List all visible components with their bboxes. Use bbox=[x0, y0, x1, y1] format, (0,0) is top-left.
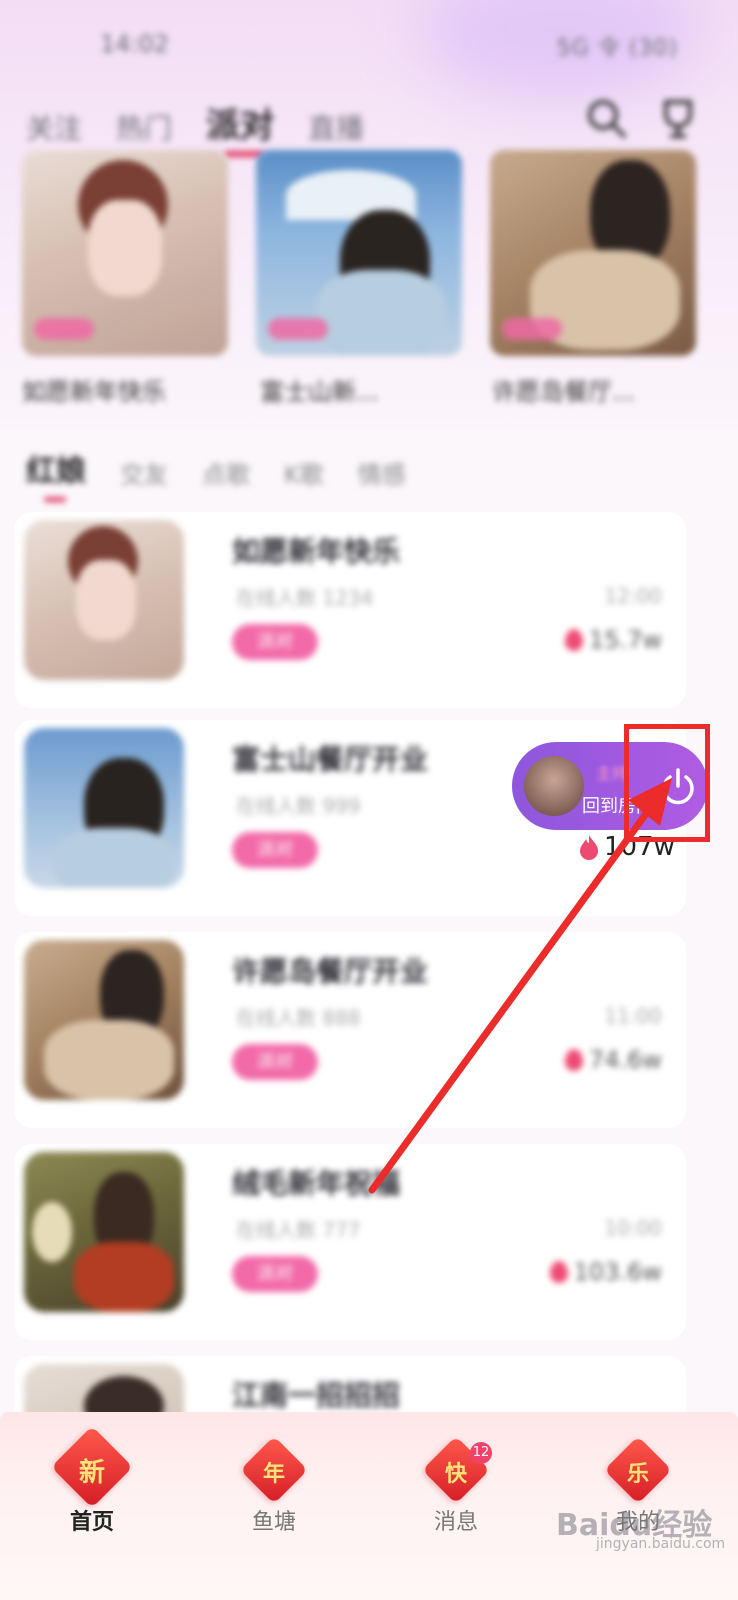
nav-fishpond[interactable]: 年 鱼塘 bbox=[204, 1412, 344, 1572]
room-thumbnail bbox=[24, 728, 184, 888]
room-heat: 103.6w bbox=[549, 1258, 662, 1286]
room-thumbnail bbox=[24, 940, 184, 1100]
avatar bbox=[524, 756, 584, 816]
room-title: 江南一招招招 bbox=[232, 1379, 401, 1412]
sec-tab-friends[interactable]: 交友 bbox=[120, 455, 168, 490]
trophy-icon[interactable] bbox=[656, 96, 700, 140]
sec-tab-emotion[interactable]: 情感 bbox=[358, 455, 406, 490]
hero-card-2[interactable] bbox=[256, 150, 462, 356]
room-item[interactable]: 许愿岛餐厅开业 在线人数 888 11:00 派对 74.6w bbox=[14, 932, 686, 1128]
room-title: 富士山餐厅开业 bbox=[232, 743, 429, 776]
room-thumbnail bbox=[24, 520, 184, 680]
flame-icon bbox=[580, 835, 598, 860]
message-count-badge: 12 bbox=[470, 1442, 492, 1464]
flame-icon bbox=[549, 1261, 568, 1283]
tab-live[interactable]: 直播 bbox=[308, 107, 364, 147]
sec-tab-karaoke[interactable]: K歌 bbox=[284, 455, 324, 490]
room-title: 许愿岛餐厅开业 bbox=[232, 955, 429, 988]
tab-party[interactable]: 派对 bbox=[206, 98, 274, 157]
room-subtitle: 在线人数 888 bbox=[236, 1006, 361, 1030]
room-item[interactable]: 绒毛新年祝福 在线人数 777 10:00 派对 103.6w bbox=[14, 1144, 686, 1340]
section-tab-bar: 红娘 交友 点歌 K歌 情感 bbox=[26, 446, 406, 502]
annotation-highlight-box bbox=[624, 724, 710, 842]
room-title: 如愿新年快乐 bbox=[232, 535, 401, 568]
room-time: 10:00 bbox=[604, 1216, 662, 1240]
sec-tab-songs[interactable]: 点歌 bbox=[202, 455, 250, 490]
room-time: 12:00 bbox=[604, 584, 662, 608]
nav-home[interactable]: 新 首页 bbox=[22, 1412, 162, 1572]
room-tag: 派对 bbox=[232, 1044, 318, 1080]
sec-tab-matchmaker[interactable]: 红娘 bbox=[26, 446, 86, 502]
room-heat: 74.6w bbox=[564, 1046, 662, 1074]
room-time: 11:00 bbox=[604, 1004, 662, 1028]
hero-card-tag bbox=[268, 318, 328, 340]
tab-hot[interactable]: 热门 bbox=[116, 107, 172, 147]
room-tag: 派对 bbox=[232, 624, 318, 660]
room-item[interactable]: 如愿新年快乐 在线人数 1234 12:00 派对 15.7w bbox=[14, 512, 686, 708]
room-subtitle: 在线人数 777 bbox=[236, 1218, 361, 1242]
nav-messages[interactable]: 快 12 消息 bbox=[386, 1412, 526, 1572]
room-subtitle: 在线人数 1234 bbox=[236, 586, 374, 610]
room-heat: 15.7w bbox=[564, 626, 662, 654]
tab-follow[interactable]: 关注 bbox=[26, 107, 82, 147]
room-thumbnail bbox=[24, 1152, 184, 1312]
flame-icon bbox=[564, 629, 583, 651]
nav-label: 鱼塘 bbox=[251, 1510, 296, 1535]
watermark-url: jingyan.baidu.com bbox=[596, 1536, 726, 1552]
hero-card-tag bbox=[34, 318, 94, 340]
status-time: 14:02 bbox=[100, 30, 170, 58]
nav-label: 首页 bbox=[69, 1510, 114, 1535]
hero-card-3[interactable] bbox=[490, 150, 696, 356]
hero-card-row: 如愿新年快乐 富士山新... 许愿岛餐厅... bbox=[22, 150, 722, 410]
hero-card-1[interactable] bbox=[22, 150, 228, 356]
room-title: 绒毛新年祝福 bbox=[232, 1167, 401, 1200]
room-subtitle: 在线人数 999 bbox=[236, 794, 361, 818]
flame-icon bbox=[564, 1049, 583, 1071]
hero-card-title: 许愿岛餐厅... bbox=[492, 378, 635, 406]
search-icon[interactable] bbox=[584, 96, 628, 140]
top-tab-bar: 关注 热门 派对 直播 bbox=[26, 98, 364, 157]
room-tag: 派对 bbox=[232, 832, 318, 868]
room-tag: 派对 bbox=[232, 1256, 318, 1292]
hero-card-tag bbox=[502, 318, 562, 340]
nav-label: 消息 bbox=[433, 1510, 478, 1535]
hero-card-title: 如愿新年快乐 bbox=[22, 378, 166, 406]
hero-card-title: 富士山新... bbox=[260, 378, 379, 406]
status-indicators: 5G 令 (30) bbox=[556, 36, 678, 61]
